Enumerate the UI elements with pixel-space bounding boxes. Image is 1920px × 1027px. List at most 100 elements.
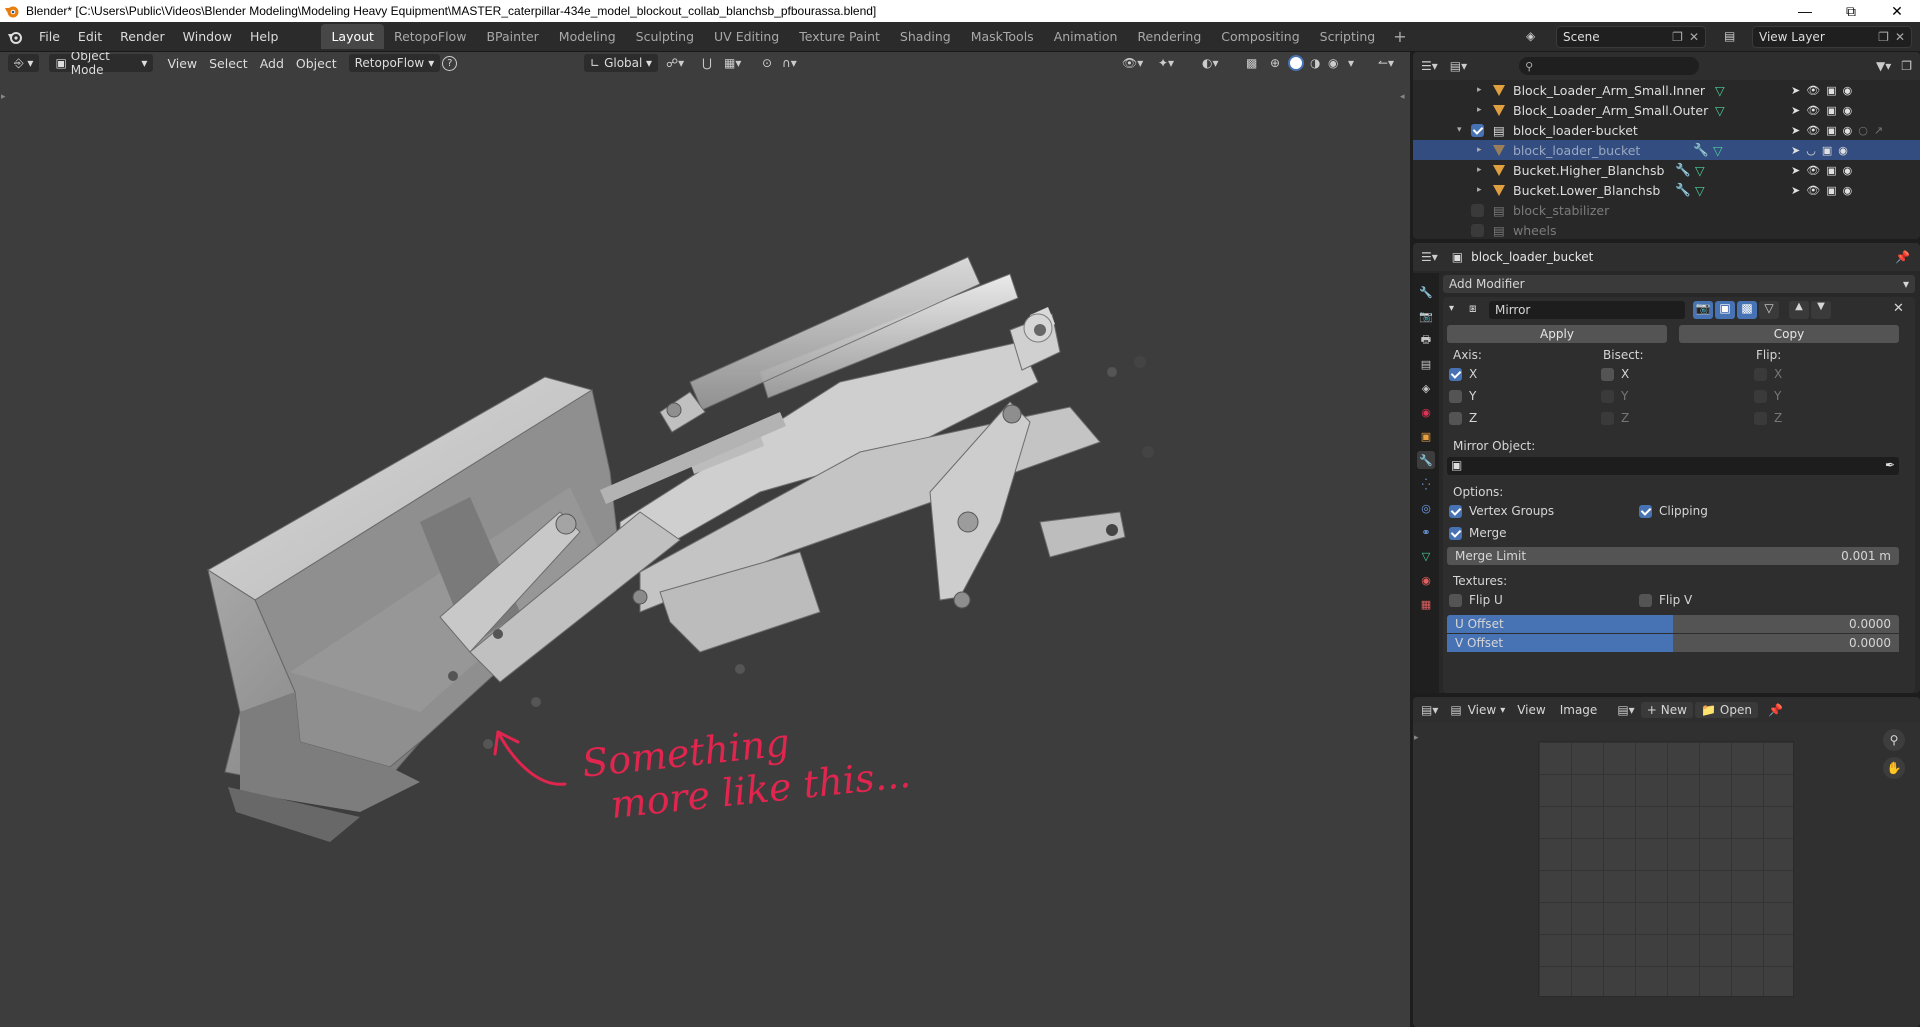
axis-x-checkbox[interactable] [1449,368,1462,381]
new-view-layer-icon[interactable]: ❐ [1878,30,1889,44]
remove-modifier-icon[interactable]: ✕ [1893,301,1904,316]
expand-icon[interactable]: ▸ [1477,105,1482,115]
select-icon[interactable]: ➤ [1791,164,1800,177]
physics-tab-icon[interactable]: ◎ [1417,499,1435,517]
tab-scripting[interactable]: Scripting [1310,24,1386,49]
browse-image-icon[interactable]: ▤▾ [1617,703,1634,717]
eye-icon[interactable]: 👁 [1806,164,1820,177]
move-up-icon[interactable]: ▲ [1789,301,1809,319]
constraints-tab-icon[interactable]: ⚭ [1417,523,1435,541]
mirror-object-field[interactable]: ▣ ✒ [1447,457,1899,475]
tab-shading[interactable]: Shading [890,24,961,49]
add-workspace-icon[interactable]: + [1385,27,1414,46]
collapse-icon[interactable]: ▾ [1457,125,1462,135]
collection-checkbox[interactable] [1471,124,1484,137]
bisect-x-checkbox[interactable] [1601,368,1614,381]
eye-icon[interactable]: 👁 [1806,84,1820,97]
eye-icon[interactable]: 👁 [1806,104,1820,117]
viewport-icon[interactable]: ▣ [1826,164,1836,177]
texture-tab-icon[interactable]: ▦ [1417,595,1435,613]
open-image-button[interactable]: 📁 Open [1694,702,1758,718]
u-offset-slider[interactable]: U Offset 0.0000 [1447,615,1899,633]
blender-menu-icon[interactable] [0,29,30,45]
expand-icon[interactable]: ▸ [1477,85,1482,95]
menu-window[interactable]: Window [174,29,241,44]
render-toggle-icon[interactable]: 📷 [1693,301,1713,319]
pin-icon[interactable]: 📌 [1895,250,1910,264]
toolbar-expand-icon[interactable]: ▸ [1414,733,1419,743]
editor-type-icon[interactable]: ▤▾ [1421,703,1438,717]
apply-button[interactable]: Apply [1447,325,1667,343]
material-tab-icon[interactable]: ◉ [1417,571,1435,589]
outliner-row[interactable]: ▤ block_stabilizer [1413,200,1920,220]
view-layer-icon[interactable]: ▤ [1724,29,1735,43]
display-mode-icon[interactable]: ▤▾ [1450,59,1467,73]
pin-icon[interactable]: 📌 [1768,703,1783,717]
flip-z-checkbox[interactable] [1754,412,1767,425]
collection-checkbox[interactable] [1471,204,1484,217]
data-tab-icon[interactable]: ▽ [1417,547,1435,565]
camera-icon[interactable]: ◉ [1838,144,1848,157]
camera-icon[interactable]: ◉ [1843,124,1853,137]
tab-uv-editing[interactable]: UV Editing [704,24,789,49]
editor-type-icon[interactable]: ☰▾ [1421,59,1438,73]
tab-bpainter[interactable]: BPainter [476,24,548,49]
expand-icon[interactable]: ▸ [1477,165,1482,175]
tool-tab-icon[interactable]: 🔧 [1417,283,1435,301]
view-layer-tab-icon[interactable]: ▤ [1417,355,1435,373]
delete-scene-icon[interactable]: ✕ [1689,30,1699,44]
viewport-icon[interactable]: ▣ [1826,104,1836,117]
outliner-row[interactable]: ▸ Block_Loader_Arm_Small.Inner ▽ ➤ 👁 ▣ ◉ [1413,80,1920,100]
camera-icon[interactable]: ◉ [1843,84,1853,97]
pan-hand-icon[interactable]: ✋ [1883,757,1905,779]
outliner-row[interactable]: ▤ wheels [1413,220,1920,239]
viewport-icon[interactable]: ▣ [1826,184,1836,197]
outliner-search-input[interactable]: ⚲ [1519,57,1700,75]
outliner-row[interactable]: ▸ Bucket.Higher_Blanchsb 🔧 ▽ ➤ 👁 ▣ ◉ [1413,160,1920,180]
maximize-icon[interactable]: ⧉ [1828,3,1874,20]
indirect-icon[interactable]: ↗ [1874,124,1883,137]
menu-help[interactable]: Help [241,29,288,44]
eye-icon[interactable]: 👁 [1806,124,1820,137]
zoom-icon[interactable]: ⚲ [1883,729,1905,751]
eye-closed-icon[interactable]: ◡ [1806,144,1816,157]
camera-icon[interactable]: ◉ [1843,164,1853,177]
camera-icon[interactable]: ◉ [1843,184,1853,197]
render-tab-icon[interactable]: 📷 [1417,307,1435,325]
flip-y-checkbox[interactable] [1754,390,1767,403]
flip-v-checkbox[interactable] [1639,594,1652,607]
clipping-checkbox[interactable] [1639,505,1652,518]
new-scene-icon[interactable]: ❐ [1672,30,1683,44]
outliner-row[interactable]: ▸ Block_Loader_Arm_Small.Outer ▽ ➤ 👁 ▣ ◉ [1413,100,1920,120]
tab-sculpting[interactable]: Sculpting [626,24,704,49]
add-modifier-dropdown[interactable]: Add Modifier ▾ [1443,275,1915,293]
flip-x-checkbox[interactable] [1754,368,1767,381]
select-icon[interactable]: ➤ [1791,84,1800,97]
delete-view-layer-icon[interactable]: ✕ [1895,30,1905,44]
view-mode-icon[interactable]: ▤ [1450,703,1461,717]
viewport-icon[interactable]: ▣ [1826,124,1836,137]
expand-icon[interactable]: ▸ [1477,145,1482,155]
output-tab-icon[interactable]: 🖶 [1417,331,1435,349]
view-mode-label[interactable]: View [1468,703,1496,717]
image-menu-view[interactable]: View [1517,703,1545,717]
holdout-icon[interactable]: ○ [1858,124,1868,137]
new-image-button[interactable]: + New [1640,702,1693,718]
select-icon[interactable]: ➤ [1791,124,1800,137]
close-icon[interactable]: ✕ [1874,3,1920,20]
tab-texture-paint[interactable]: Texture Paint [789,24,890,49]
tab-animation[interactable]: Animation [1044,24,1128,49]
axis-z-checkbox[interactable] [1449,412,1462,425]
tab-layout[interactable]: Layout [321,24,384,49]
minimize-icon[interactable]: — [1782,3,1828,20]
select-icon[interactable]: ➤ [1791,184,1800,197]
scene-selector[interactable]: Scene ❐ ✕ [1556,26,1706,48]
merge-limit-field[interactable]: Merge Limit 0.001 m [1447,547,1899,565]
tab-modeling[interactable]: Modeling [549,24,626,49]
flip-u-checkbox[interactable] [1449,594,1462,607]
outliner-row[interactable]: ▸ Bucket.Lower_Blanchsb 🔧 ▽ ➤ 👁 ▣ ◉ [1413,180,1920,200]
collection-checkbox[interactable] [1471,224,1484,237]
scene-icon[interactable]: ◈ [1526,29,1535,43]
eyedropper-icon[interactable]: ✒ [1885,458,1895,472]
expand-icon[interactable]: ▸ [1477,185,1482,195]
